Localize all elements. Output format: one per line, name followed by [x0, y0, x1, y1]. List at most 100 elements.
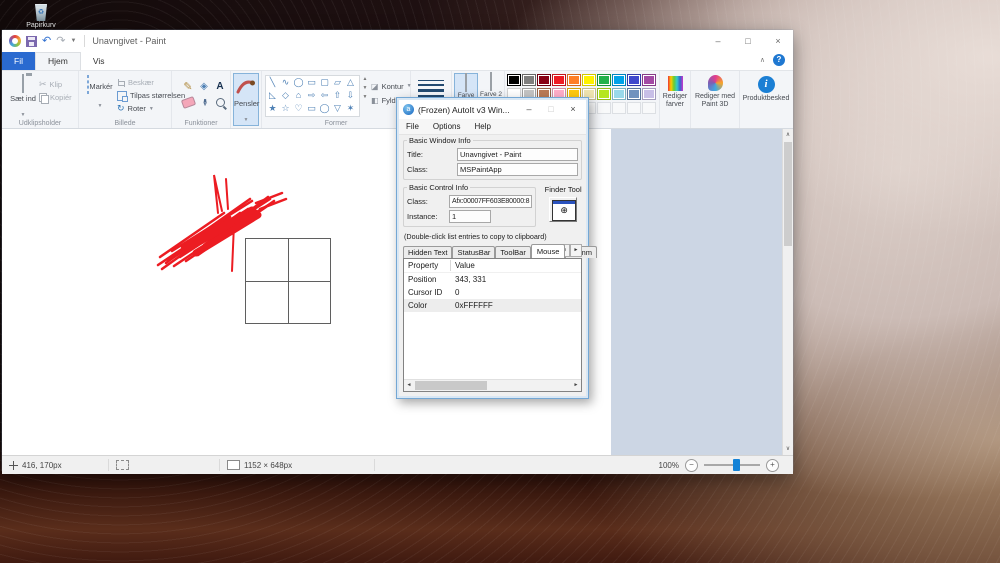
shape-icon[interactable]: ∿ [282, 78, 290, 87]
scroll-down-icon[interactable]: ∨ [783, 443, 793, 455]
shape-icon[interactable]: ⇨ [308, 91, 316, 100]
header-property[interactable]: Property [404, 261, 450, 270]
shapes-more-icon[interactable]: ▼ [361, 93, 369, 102]
shape-icon[interactable]: ☆ [281, 104, 289, 113]
palette-color-00a2e8[interactable] [612, 74, 626, 86]
minimize-button[interactable]: – [703, 30, 733, 52]
control-class-field[interactable]: Afx:00007FF603E80000:8 [449, 195, 532, 208]
palette-color-7f7f7f[interactable] [522, 74, 536, 86]
palette-color-ed1c24[interactable] [552, 74, 566, 86]
window-class-field[interactable]: MSPaintApp [457, 163, 578, 176]
shape-icon[interactable]: ⇧ [334, 91, 342, 100]
tab-scroll-right-icon[interactable]: ► [570, 244, 582, 257]
save-icon[interactable] [26, 36, 37, 47]
property-row-color[interactable]: Color0xFFFFFF [404, 299, 581, 312]
pencil-tool-icon[interactable]: ✎ [183, 80, 192, 93]
qat-dropdown-icon[interactable]: ▼ [70, 38, 76, 44]
color-picker-tool-icon[interactable]: ✒ [198, 98, 209, 106]
maximize-button[interactable]: □ [733, 30, 763, 52]
shape-icon[interactable]: ◇ [282, 91, 289, 100]
palette-color-c8bfe7[interactable] [642, 88, 656, 100]
shape-icon[interactable]: ⇦ [321, 91, 329, 100]
recycle-bin-icon[interactable]: Papirkurv [20, 4, 62, 29]
shape-icon[interactable]: ▢ [320, 78, 329, 87]
help-icon[interactable]: ? [773, 54, 785, 66]
magnifier-tool-icon[interactable] [216, 98, 225, 107]
shapes-scroll-down-icon[interactable]: ▼ [361, 84, 369, 93]
palette-color-880015[interactable] [537, 74, 551, 86]
autoit-minimize-button[interactable]: – [518, 100, 540, 119]
autoit-tab-statusbar[interactable]: StatusBar [452, 246, 495, 258]
property-row-position[interactable]: Position343, 331 [404, 273, 581, 286]
autoit-titlebar[interactable]: a (Frozen) AutoIt v3 Win... – □ × [399, 100, 586, 119]
select-button[interactable]: Markér ▼ [86, 76, 114, 112]
hscroll-thumb[interactable] [415, 381, 487, 390]
property-list-view[interactable]: Property Value Position343, 331Cursor ID… [403, 258, 582, 392]
redo-icon[interactable]: ↷ [56, 36, 65, 47]
shape-icon[interactable]: ◯ [319, 104, 329, 113]
instance-field[interactable]: 1 [449, 210, 491, 223]
finder-tool-button[interactable]: ⊕ [549, 197, 577, 222]
palette-empty-slot[interactable] [627, 102, 641, 114]
paste-button[interactable]: Sæt ind ▼ [8, 75, 38, 121]
shape-icon[interactable]: ▭ [307, 104, 316, 113]
palette-color-a349a4[interactable] [642, 74, 656, 86]
palette-color-3f48cc[interactable] [627, 74, 641, 86]
palette-color-ff7f27[interactable] [567, 74, 581, 86]
eraser-tool-icon[interactable] [180, 96, 195, 109]
zoom-slider-thumb[interactable] [733, 459, 740, 471]
copy-button[interactable]: Kopiér [39, 91, 72, 104]
tab-file[interactable]: Fil [2, 52, 35, 70]
vertical-scrollbar[interactable]: ∧ ∨ [782, 129, 793, 455]
tab-view[interactable]: Vis [81, 53, 117, 70]
hscroll-right-icon[interactable]: ► [571, 380, 581, 391]
autoit-close-button[interactable]: × [562, 100, 584, 119]
autoit-tab-toolbar[interactable]: ToolBar [495, 246, 530, 258]
shape-icon[interactable]: ▽ [334, 104, 341, 113]
palette-color-fff200[interactable] [582, 74, 596, 86]
outline-button[interactable]: ◪ Kontur ▼ [371, 79, 412, 93]
window-title-field[interactable]: Unavngivet - Paint [457, 148, 578, 161]
shape-icon[interactable]: ✶ [347, 104, 355, 113]
scroll-up-icon[interactable]: ∧ [783, 129, 793, 141]
menu-file[interactable]: File [399, 122, 426, 131]
property-row-cursor-id[interactable]: Cursor ID0 [404, 286, 581, 299]
shapes-scroll-up-icon[interactable]: ▲ [361, 75, 369, 84]
menu-options[interactable]: Options [426, 122, 468, 131]
shape-icon[interactable]: ◯ [293, 78, 303, 87]
fill-tool-icon[interactable]: ◈ [200, 81, 208, 92]
edit-colors-button[interactable]: Rediger farver [661, 72, 689, 127]
horizontal-scrollbar[interactable]: ◄ ► [404, 379, 581, 391]
tab-home[interactable]: Hjem [35, 52, 81, 70]
collapse-ribbon-icon[interactable]: ∧ [760, 56, 765, 64]
shape-icon[interactable]: ▱ [334, 78, 341, 87]
product-alert-button[interactable]: i Produktbesked [741, 72, 791, 127]
shape-icon[interactable]: ★ [268, 104, 276, 113]
menu-help[interactable]: Help [467, 122, 497, 131]
palette-empty-slot[interactable] [597, 102, 611, 114]
close-button[interactable]: × [763, 30, 793, 52]
autoit-tab-mouse[interactable]: Mouse [531, 244, 566, 258]
palette-color-000000[interactable] [507, 74, 521, 86]
text-tool-icon[interactable]: A [216, 81, 223, 92]
brushes-button[interactable]: Pensler ▼ [233, 73, 259, 126]
shape-icon[interactable]: ╲ [270, 78, 275, 87]
zoom-slider[interactable] [704, 464, 760, 466]
vertical-scrollbar-thumb[interactable] [784, 142, 792, 246]
shape-icon[interactable]: ⇩ [347, 91, 355, 100]
palette-empty-slot[interactable] [642, 102, 656, 114]
palette-color-b5e61d[interactable] [597, 88, 611, 100]
palette-color-7092be[interactable] [627, 88, 641, 100]
zoom-out-button[interactable]: − [685, 459, 698, 472]
shape-icon[interactable]: △ [347, 78, 354, 87]
header-value[interactable]: Value [451, 261, 475, 270]
cut-button[interactable]: ✂ Klip [39, 78, 72, 91]
autoit-tab-hidden-text[interactable]: Hidden Text [403, 246, 452, 258]
shape-icon[interactable]: ◺ [269, 91, 276, 100]
palette-color-99d9ea[interactable] [612, 88, 626, 100]
undo-icon[interactable]: ↶ [42, 36, 51, 47]
palette-empty-slot[interactable] [612, 102, 626, 114]
shape-icon[interactable]: ▭ [307, 78, 316, 87]
hscroll-left-icon[interactable]: ◄ [404, 380, 414, 391]
shape-icon[interactable]: ⌂ [296, 91, 301, 100]
